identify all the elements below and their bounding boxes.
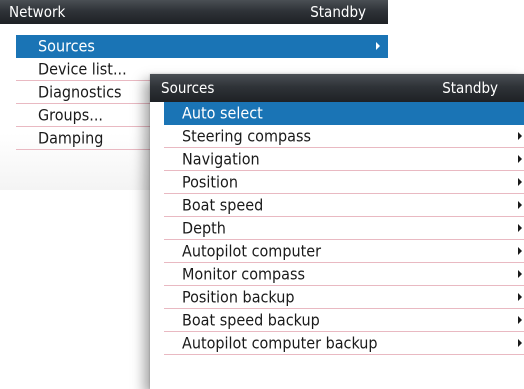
sources-menu-item-label: Position backup: [182, 287, 295, 307]
chevron-right-icon: [518, 132, 522, 140]
network-titlebar: Network Standby: [0, 0, 388, 24]
chevron-right-icon: [518, 293, 522, 301]
sources-menu-item-label: Position: [182, 172, 238, 192]
network-status: Standby: [310, 3, 366, 21]
sources-menu-item-label: Monitor compass: [182, 264, 305, 284]
sources-menu-item-label: Navigation: [182, 149, 260, 169]
sources-menu-item-label: Boat speed backup: [182, 310, 320, 330]
sources-menu-item-depth[interactable]: Depth: [164, 217, 524, 240]
sources-menu-item-auto-select[interactable]: Auto select: [164, 102, 524, 125]
sources-menu-item-steering-compass[interactable]: Steering compass: [164, 125, 524, 148]
sources-menu-item-label: Steering compass: [182, 126, 311, 146]
sources-menu-item-label: Boat speed: [182, 195, 264, 215]
network-menu-item-label: Diagnostics: [38, 82, 122, 102]
sources-titlebar: Sources Standby: [150, 74, 524, 102]
chevron-right-icon: [518, 247, 522, 255]
chevron-right-icon: [518, 316, 522, 324]
sources-menu-item-boat-speed[interactable]: Boat speed: [164, 194, 524, 217]
chevron-right-icon: [518, 155, 522, 163]
chevron-right-icon: [518, 339, 522, 347]
network-menu-item-label: Sources: [38, 36, 95, 56]
sources-menu-item-label: Autopilot computer: [182, 241, 321, 261]
sources-status: Standby: [442, 79, 498, 97]
network-menu-item-label: Damping: [38, 128, 104, 148]
sources-menu-item-autopilot-computer-backup[interactable]: Autopilot computer backup: [164, 332, 524, 355]
sources-menu: Auto select Steering compass Navigation Pos…: [164, 102, 524, 355]
chevron-right-icon: [518, 201, 522, 209]
network-title: Network: [9, 3, 66, 21]
network-menu-item-label: Device list...: [38, 59, 127, 79]
sources-menu-item-label: Depth: [182, 218, 226, 238]
chevron-right-icon: [376, 42, 380, 50]
chevron-right-icon: [518, 178, 522, 186]
sources-title: Sources: [161, 79, 215, 97]
sources-menu-item-label: Auto select: [182, 103, 263, 123]
network-menu-item-label: Groups...: [38, 105, 103, 125]
sources-panel: Sources Standby Auto select Steering comp…: [150, 74, 524, 389]
sources-menu-item-label: Autopilot computer backup: [182, 333, 378, 353]
sources-menu-item-position[interactable]: Position: [164, 171, 524, 194]
sources-menu-item-navigation[interactable]: Navigation: [164, 148, 524, 171]
sources-menu-item-autopilot-computer[interactable]: Autopilot computer: [164, 240, 524, 263]
network-menu-item-sources[interactable]: Sources: [16, 35, 388, 58]
sources-menu-item-position-backup[interactable]: Position backup: [164, 286, 524, 309]
sources-menu-item-monitor-compass[interactable]: Monitor compass: [164, 263, 524, 286]
sources-menu-item-boat-speed-backup[interactable]: Boat speed backup: [164, 309, 524, 332]
chevron-right-icon: [518, 270, 522, 278]
chevron-right-icon: [518, 224, 522, 232]
